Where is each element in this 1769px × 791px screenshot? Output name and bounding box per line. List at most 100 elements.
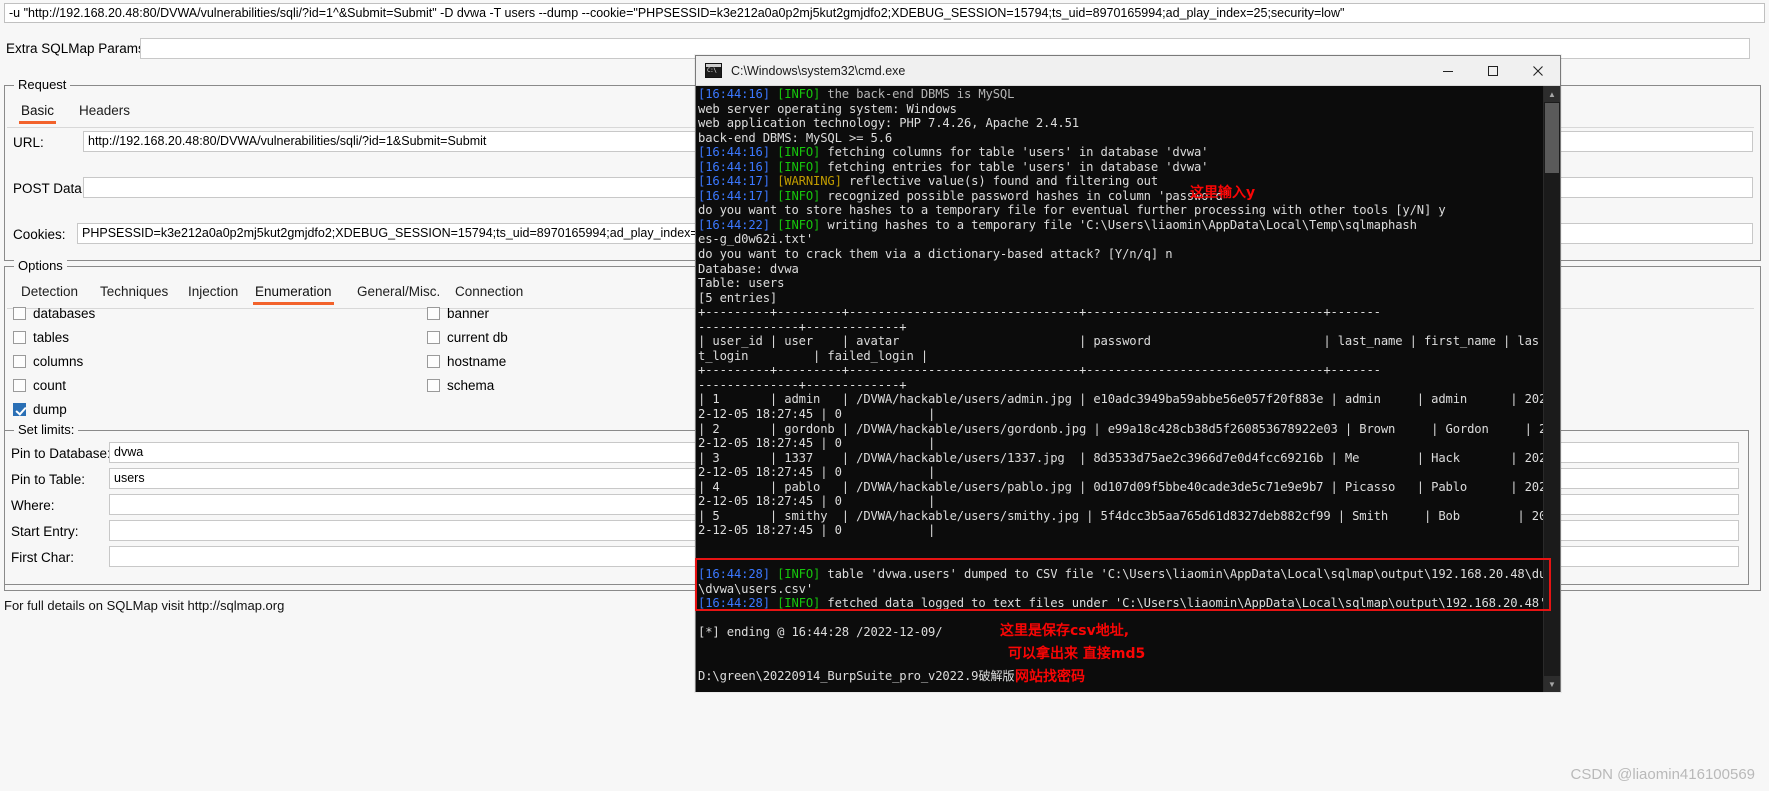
console-span: [16:44:16] bbox=[698, 87, 778, 101]
console-span: \dvwa\users.csv' bbox=[698, 581, 813, 596]
console-span: 2-12-05 18:27:45 | 0 | bbox=[698, 494, 936, 509]
current-db-checkbox-box[interactable] bbox=[427, 331, 440, 344]
console-span: web server operating system: Windows bbox=[698, 101, 957, 116]
console-line: | 5 | smithy | /DVWA/hackable/users/smit… bbox=[698, 509, 1553, 524]
console-line: [16:44:22] [INFO] writing hashes to a te… bbox=[698, 218, 1546, 233]
console-span: Database: dvwa bbox=[698, 261, 799, 276]
console-span: --------------+-------------+ bbox=[698, 377, 907, 392]
scroll-thumb[interactable] bbox=[1545, 103, 1559, 173]
console-line: [16:44:28] [INFO] fetched data logged to… bbox=[698, 596, 1546, 611]
scroll-up-arrow[interactable]: ▲ bbox=[1544, 86, 1560, 102]
console-span: do you want to crack them via a dictiona… bbox=[698, 247, 1173, 262]
checkbox-dump[interactable]: dump bbox=[13, 402, 67, 417]
minimize-button[interactable] bbox=[1425, 56, 1470, 85]
console-span: [INFO] bbox=[777, 159, 828, 174]
count-checkbox-box[interactable] bbox=[13, 379, 26, 392]
checkbox-current-db[interactable]: current db bbox=[427, 330, 508, 345]
annotation-csv-path-2: 可以拿出来 直接md5 bbox=[1008, 646, 1146, 662]
maximize-button[interactable] bbox=[1470, 56, 1515, 85]
banner-label: banner bbox=[447, 306, 490, 321]
checkbox-schema[interactable]: schema bbox=[427, 378, 494, 393]
tab-general-misc[interactable]: General/Misc. bbox=[355, 281, 442, 305]
banner-checkbox-box[interactable] bbox=[427, 307, 440, 320]
console-span: --------------+-------------+ bbox=[698, 319, 907, 334]
console-span: fetched data logged to text files under … bbox=[827, 596, 1547, 611]
console-line: [16:44:17] [INFO] recognized possible pa… bbox=[698, 189, 1546, 204]
console-span: Table: users bbox=[698, 276, 785, 291]
console-span: reflective value(s) found and filtering … bbox=[848, 174, 1158, 189]
hostname-label: hostname bbox=[447, 354, 507, 369]
console-span: [INFO] bbox=[777, 145, 828, 160]
console-span: | 4 | pablo | /DVWA/hackable/users/pablo… bbox=[698, 479, 1547, 494]
checkbox-databases[interactable]: databases bbox=[13, 306, 95, 321]
console-icon bbox=[705, 63, 722, 78]
console-span: 2-12-05 18:27:45 | 0 | bbox=[698, 523, 936, 538]
cmd-scrollbar[interactable]: ▲ ▼ bbox=[1543, 86, 1560, 692]
tab-detection[interactable]: Detection bbox=[19, 281, 80, 305]
annotation-enter-y: 这里输入y bbox=[1190, 185, 1256, 201]
databases-checkbox-box[interactable] bbox=[13, 307, 26, 320]
command-line-preview[interactable]: -u "http://192.168.20.48:80/DVWA/vulnera… bbox=[4, 3, 1765, 23]
console-span: es-g_d0w62i.txt' bbox=[698, 232, 813, 247]
console-line: +---------+---------+-------------------… bbox=[698, 305, 1546, 320]
console-line: es-g_d0w62i.txt' bbox=[698, 232, 1546, 247]
console-span: [INFO] bbox=[777, 567, 828, 582]
tab-injection[interactable]: Injection bbox=[186, 281, 240, 305]
watermark: CSDN @liaomin416100569 bbox=[1570, 766, 1756, 783]
console-span: [*] ending @ 16:44:28 /2022-12-09/ bbox=[698, 625, 943, 640]
checkbox-hostname[interactable]: hostname bbox=[427, 354, 506, 369]
console-span: 2-12-05 18:27:45 | 0 | bbox=[698, 407, 936, 422]
console-span: D:\green\20220914_BurpSuite_pro_v2022.9破… bbox=[698, 668, 1015, 683]
cookies-label: Cookies: bbox=[13, 227, 66, 242]
request-group-title: Request bbox=[14, 77, 71, 92]
console-span: fetching columns for table 'users' in da… bbox=[827, 145, 1209, 160]
cmd-console-output-area[interactable]: [16:44:16] [INFO] the back-end DBMS is M… bbox=[696, 86, 1560, 692]
dump-checkbox-box[interactable] bbox=[13, 403, 26, 416]
pin-to-database-label: Pin to Database: bbox=[11, 446, 111, 461]
tab-enumeration[interactable]: Enumeration bbox=[253, 281, 334, 305]
console-line: [5 entries] bbox=[698, 291, 1546, 306]
checkbox-columns[interactable]: columns bbox=[13, 354, 83, 369]
tab-headers[interactable]: Headers bbox=[77, 100, 132, 124]
console-span: [16:44:17] bbox=[698, 174, 778, 189]
console-span: [INFO] bbox=[777, 188, 828, 203]
scroll-down-arrow[interactable]: ▼ bbox=[1544, 676, 1560, 692]
console-line: do you want to crack them via a dictiona… bbox=[698, 247, 1546, 262]
cmd-window-title: C:\Windows\system32\cmd.exe bbox=[731, 63, 906, 78]
console-span: t_login | failed_login | bbox=[698, 348, 928, 363]
console-span: +---------+---------+-------------------… bbox=[698, 363, 1381, 378]
set-limits-group-title: Set limits: bbox=[14, 422, 79, 437]
console-span: [INFO] bbox=[777, 87, 828, 101]
checkbox-banner[interactable]: banner bbox=[427, 306, 489, 321]
tab-connection[interactable]: Connection bbox=[453, 281, 525, 305]
cmd-titlebar[interactable]: C:\Windows\system32\cmd.exe bbox=[696, 56, 1560, 86]
console-span: +---------+---------+-------------------… bbox=[698, 305, 1381, 320]
console-line: Database: dvwa bbox=[698, 262, 1546, 277]
cmd-console-text: [16:44:16] [INFO] the back-end DBMS is M… bbox=[698, 87, 1560, 684]
tab-basic[interactable]: Basic bbox=[19, 100, 57, 124]
console-span: [16:44:16] bbox=[698, 145, 778, 160]
columns-checkbox-box[interactable] bbox=[13, 355, 26, 368]
hostname-checkbox-box[interactable] bbox=[427, 355, 440, 368]
start-entry-label: Start Entry: bbox=[11, 524, 79, 539]
tables-checkbox-box[interactable] bbox=[13, 331, 26, 344]
console-span: | 5 | smithy | /DVWA/hackable/users/smit… bbox=[698, 508, 1554, 523]
close-button[interactable] bbox=[1515, 56, 1560, 85]
console-line: 2-12-05 18:27:45 | 0 | bbox=[698, 523, 1546, 538]
cmd-console-window[interactable]: C:\Windows\system32\cmd.exe [16:44:16] [… bbox=[695, 55, 1561, 692]
console-line: D:\green\20220914_BurpSuite_pro_v2022.9破… bbox=[698, 669, 1546, 684]
console-span: fetching entries for table 'users' in da… bbox=[827, 159, 1209, 174]
console-span: | 1 | admin | /DVWA/hackable/users/admin… bbox=[698, 392, 1547, 407]
checkbox-count[interactable]: count bbox=[13, 378, 66, 393]
tab-techniques[interactable]: Techniques bbox=[98, 281, 170, 305]
console-span: 2-12-05 18:27:45 | 0 | bbox=[698, 465, 936, 480]
console-span: [16:44:28] bbox=[698, 596, 778, 611]
tables-label: tables bbox=[33, 330, 70, 345]
schema-checkbox-box[interactable] bbox=[427, 379, 440, 392]
console-line: 2-12-05 18:27:45 | 0 | bbox=[698, 407, 1546, 422]
console-span: [5 entries] bbox=[698, 290, 778, 305]
console-line: \dvwa\users.csv' bbox=[698, 582, 1546, 597]
console-span: table 'dvwa.users' dumped to CSV file 'C… bbox=[827, 567, 1560, 582]
checkbox-tables[interactable]: tables bbox=[13, 330, 69, 345]
console-line: [16:44:16] [INFO] the back-end DBMS is M… bbox=[698, 87, 1546, 102]
